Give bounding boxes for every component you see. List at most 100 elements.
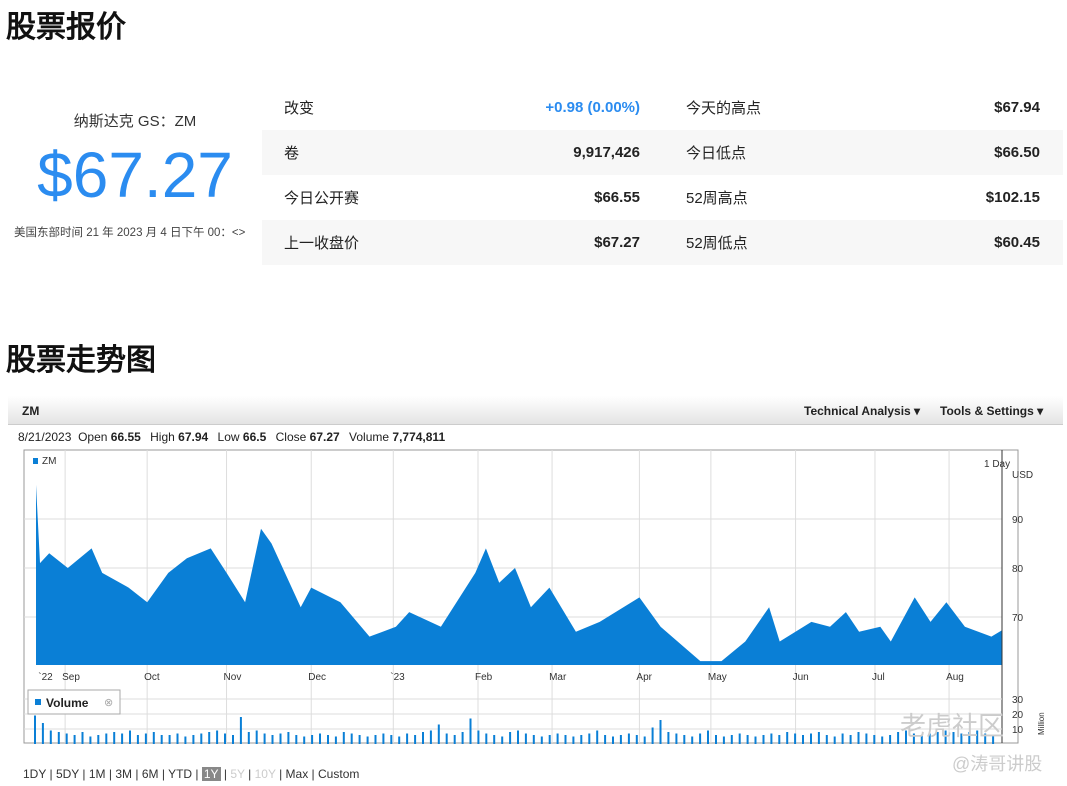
stat-label: 52周低点 bbox=[686, 235, 748, 252]
volume-bar bbox=[263, 733, 266, 744]
tools-settings-menu[interactable]: Tools & Settings ▾ bbox=[940, 404, 1043, 418]
volume-bar bbox=[422, 732, 424, 744]
x-tick-label: Sep bbox=[62, 672, 80, 683]
stat-label: 52周高点 bbox=[686, 190, 748, 207]
stat-value: 9,917,426 bbox=[573, 144, 640, 161]
volume-bar bbox=[857, 732, 860, 744]
volume-bar bbox=[627, 733, 630, 744]
volume-bar bbox=[580, 735, 583, 744]
volume-bar bbox=[121, 733, 124, 744]
stat-label: 卷 bbox=[284, 145, 300, 162]
volume-bar bbox=[350, 733, 353, 744]
timestamp: 美国东部时间 21 年 2023 月 4 日下午 00：<> bbox=[14, 227, 246, 239]
volume-bar bbox=[770, 733, 773, 744]
volume-bar bbox=[136, 735, 139, 744]
volume-bar bbox=[643, 736, 646, 744]
stat-value: $102.15 bbox=[985, 189, 1040, 206]
stat-label: 改变 bbox=[284, 100, 315, 117]
volume-bar bbox=[429, 730, 432, 744]
volume-bar bbox=[334, 736, 337, 744]
stats-row: 今日公开赛 $66.55 52周高点 $102.15 bbox=[262, 175, 1063, 220]
stat-value: $67.94 bbox=[994, 99, 1040, 116]
volume-bar bbox=[746, 735, 749, 744]
volume-bar bbox=[247, 732, 250, 744]
volume-bar bbox=[802, 735, 804, 744]
volume-bar bbox=[327, 735, 329, 744]
volume-bar bbox=[794, 733, 797, 744]
volume-bar bbox=[255, 730, 258, 744]
range-1m[interactable]: 1M bbox=[89, 767, 106, 781]
volume-bar bbox=[358, 735, 361, 744]
volume-legend-swatch bbox=[35, 699, 41, 705]
volume-bar bbox=[461, 732, 464, 744]
volume-bar bbox=[144, 733, 147, 744]
close-icon: ⊗ bbox=[104, 697, 113, 709]
volume-bar bbox=[493, 735, 496, 744]
range-ytd[interactable]: YTD bbox=[168, 767, 192, 781]
volume-bar bbox=[778, 735, 781, 744]
volume-bar bbox=[675, 733, 678, 744]
volume-bar bbox=[485, 733, 488, 744]
volume-bar bbox=[556, 733, 559, 744]
range-6m[interactable]: 6M bbox=[142, 767, 159, 781]
volume-bar bbox=[762, 735, 765, 744]
currency-label: USD bbox=[1012, 470, 1033, 481]
volume-bar bbox=[41, 723, 44, 744]
volume-bar bbox=[588, 733, 591, 744]
volume-bar bbox=[810, 733, 812, 744]
volume-bar bbox=[113, 732, 116, 744]
volume-bar bbox=[841, 733, 844, 744]
volume-bar bbox=[501, 736, 504, 744]
volume-tick-label: 20 bbox=[1012, 710, 1024, 721]
stats-table: 改变 +0.98 (0.00%) 今天的高点 $67.94 卷 9,917,426 今日低… bbox=[262, 85, 1063, 265]
volume-bar bbox=[825, 735, 828, 744]
technical-analysis-menu[interactable]: Technical Analysis ▾ bbox=[804, 404, 920, 418]
exchange-label: 纳斯达克 GS：ZM bbox=[73, 113, 197, 130]
range-10y[interactable]: 10Y bbox=[255, 767, 276, 781]
volume-bar bbox=[509, 732, 512, 744]
x-tick-label: May bbox=[708, 672, 727, 683]
volume-bar bbox=[303, 736, 306, 744]
volume-tick-label: 10 bbox=[1012, 725, 1024, 736]
x-tick-label: Oct bbox=[144, 672, 160, 683]
volume-bar bbox=[619, 735, 622, 744]
range-3m[interactable]: 3M bbox=[115, 767, 132, 781]
watermark: @涛哥讲股 bbox=[952, 754, 1043, 774]
stat-label: 今天的高点 bbox=[686, 100, 762, 117]
volume-bar bbox=[184, 736, 187, 744]
x-tick-label: Aug bbox=[946, 672, 964, 683]
volume-bar bbox=[152, 732, 155, 744]
stat-value: $66.55 bbox=[594, 189, 640, 206]
volume-bar bbox=[754, 736, 757, 744]
range-1dy[interactable]: 1DY bbox=[23, 767, 46, 781]
volume-bar bbox=[49, 730, 52, 744]
volume-bar bbox=[97, 735, 100, 744]
volume-bar bbox=[160, 735, 163, 744]
volume-bar bbox=[34, 715, 36, 744]
range-max[interactable]: Max bbox=[286, 767, 309, 781]
stat-value: $60.45 bbox=[994, 234, 1040, 251]
x-tick-label: `23 bbox=[390, 671, 405, 683]
range-custom[interactable]: Custom bbox=[318, 767, 359, 781]
range-1y[interactable]: 1Y bbox=[201, 767, 221, 781]
volume-bar bbox=[564, 735, 567, 744]
volume-bar bbox=[65, 733, 68, 744]
volume-bar bbox=[833, 736, 836, 744]
range-5y[interactable]: 5Y bbox=[230, 767, 244, 781]
volume-bar bbox=[414, 735, 417, 744]
stats-row: 上一收盘价 $67.27 52周低点 $60.45 bbox=[262, 220, 1063, 265]
watermark: 老虎社区 bbox=[900, 711, 1005, 741]
y-tick-label: 80 bbox=[1012, 564, 1024, 575]
volume-bar bbox=[651, 727, 654, 744]
x-tick-label: Jun bbox=[793, 672, 809, 683]
range-5dy[interactable]: 5DY bbox=[56, 767, 79, 781]
volume-bar bbox=[517, 730, 519, 744]
legend-swatch bbox=[33, 458, 38, 464]
volume-bar bbox=[612, 736, 614, 744]
volume-bar bbox=[232, 735, 234, 744]
volume-bar bbox=[873, 735, 876, 744]
volume-bar bbox=[224, 733, 226, 744]
volume-bar bbox=[445, 733, 448, 744]
volume-bar bbox=[271, 735, 274, 744]
volume-bar bbox=[168, 735, 171, 744]
